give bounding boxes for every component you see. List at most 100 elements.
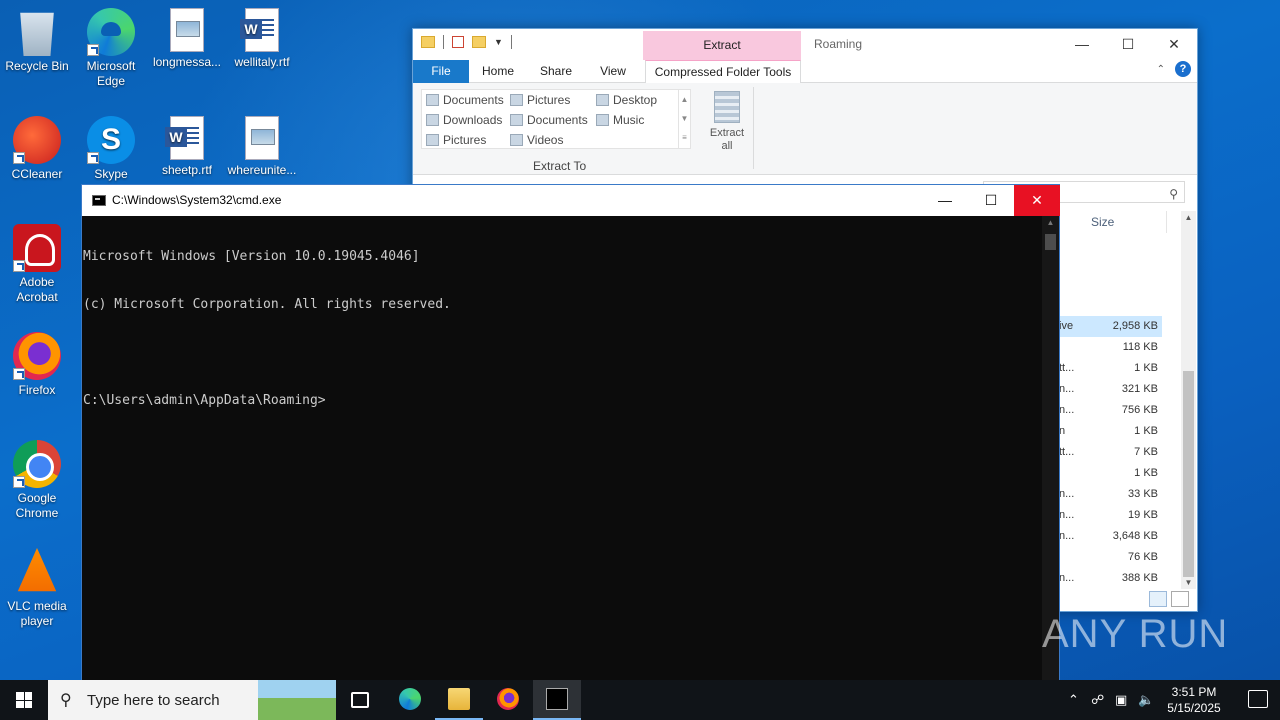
file-row[interactable]: n... 19 KB (1059, 505, 1162, 526)
gallery-item[interactable]: Music (594, 113, 644, 127)
tab-home[interactable]: Home (473, 60, 523, 83)
window-title: Roaming (814, 37, 863, 51)
gallery-item[interactable]: Documents (508, 113, 588, 127)
vertical-scrollbar[interactable]: ▲ ▼ (1181, 211, 1196, 589)
file-row[interactable]: tt... 7 KB (1059, 442, 1162, 463)
desktop-icon-wellitaly[interactable]: W wellitaly.rtf (225, 4, 299, 70)
taskbar-firefox[interactable] (484, 680, 532, 720)
tab-view[interactable]: View (589, 60, 637, 83)
gallery-item[interactable]: Videos (508, 133, 563, 147)
file-row[interactable]: n... 321 KB (1059, 379, 1162, 400)
details-view-icon[interactable] (1149, 591, 1167, 607)
explorer-titlebar[interactable]: ▼ Extract Roaming — ☐ ✕ (413, 29, 1197, 60)
scroll-thumb[interactable] (1045, 234, 1056, 250)
taskbar-search[interactable]: ⚲ Type here to search (48, 680, 336, 720)
cmd-window[interactable]: C:\Windows\System32\cmd.exe — ☐ ✕ Micros… (81, 184, 1060, 695)
pictures-icon (426, 134, 439, 146)
ribbon-panel: ⌃ ? Documents Pictures Desktop Downloads… (413, 61, 1197, 175)
desktop-icon-firefox[interactable]: Firefox (0, 328, 74, 398)
gallery-item[interactable]: Desktop (594, 93, 657, 107)
tab-compressed-folder-tools[interactable]: Compressed Folder Tools (645, 60, 801, 83)
file-row[interactable]: 76 KB (1059, 547, 1162, 568)
notification-center-icon[interactable] (1248, 690, 1268, 708)
gallery-item[interactable]: Pictures (508, 93, 570, 107)
search-icon: ⚲ (1169, 187, 1178, 201)
console-prompt: C:\Users\admin\AppData\Roaming> (83, 393, 326, 408)
desktop-icon-recycle-bin[interactable]: Recycle Bin (0, 4, 74, 74)
downloads-icon (426, 114, 439, 126)
scroll-up-icon[interactable]: ▲ (1181, 213, 1196, 222)
chevron-up-icon[interactable]: ⌃ (1068, 692, 1079, 708)
file-size: 76 KB (1128, 551, 1158, 563)
desktop-icon-vlc[interactable]: VLC media player (0, 544, 74, 629)
gallery-scroll[interactable]: ▲ ▼ ≡ (678, 90, 690, 148)
file-row[interactable]: ive 2,958 KB (1059, 316, 1162, 337)
desktop-icon-label: CCleaner (11, 167, 63, 181)
minimize-button[interactable]: — (922, 185, 968, 216)
minimize-ribbon-icon[interactable]: ⌃ (1157, 64, 1165, 75)
desktop-icon-skype[interactable]: S Skype (74, 112, 148, 182)
large-icons-view-icon[interactable] (1171, 591, 1189, 607)
anyrun-watermark: ANY RUN (1042, 612, 1229, 656)
ribbon-tabs: File Home Share View Compressed Folder T… (413, 60, 1197, 83)
close-button[interactable]: ✕ (1151, 29, 1197, 59)
file-row[interactable]: n1 KB (1059, 421, 1162, 442)
column-header-size[interactable]: Size (1059, 211, 1167, 233)
file-row[interactable]: n... 3,648 KB (1059, 526, 1162, 547)
cmd-titlebar[interactable]: C:\Windows\System32\cmd.exe — ☐ ✕ (82, 185, 1060, 216)
desktop-icon-chrome[interactable]: Google Chrome (0, 436, 74, 521)
taskbar-file-explorer[interactable] (435, 680, 483, 720)
scroll-thumb[interactable] (1183, 371, 1194, 577)
minimize-button[interactable]: — (1059, 29, 1105, 59)
desktop-icon-edge[interactable]: Microsoft Edge (74, 4, 148, 89)
gallery-item[interactable]: Pictures (424, 133, 486, 147)
task-view-button[interactable] (336, 680, 384, 720)
desktop-icon-ccleaner[interactable]: CCleaner (0, 112, 74, 182)
desktop-icon-acrobat[interactable]: Adobe Acrobat (0, 220, 74, 305)
gallery-item[interactable]: Downloads (424, 113, 502, 127)
file-row[interactable]: tt... 1 KB (1059, 358, 1162, 379)
maximize-button[interactable]: ☐ (1105, 29, 1151, 59)
volume-icon[interactable]: 🔈 (1138, 692, 1154, 708)
taskbar-cmd[interactable] (533, 680, 581, 720)
clock-time: 3:51 PM (1171, 685, 1217, 699)
properties-icon[interactable] (452, 36, 464, 48)
clock-date: 5/15/2025 (1167, 701, 1221, 715)
tab-share[interactable]: Share (531, 60, 581, 83)
gallery-item[interactable]: Documents (424, 93, 504, 107)
clock[interactable]: 3:51 PM 5/15/2025 (1158, 684, 1230, 716)
file-size: 388 KB (1121, 572, 1158, 584)
file-row[interactable]: n... 756 KB (1059, 400, 1162, 421)
close-button[interactable]: ✕ (1014, 185, 1060, 216)
taskbar-edge[interactable] (386, 680, 434, 720)
cmd-icon (92, 195, 106, 206)
file-row[interactable]: n... 388 KB (1059, 568, 1162, 589)
scroll-down-icon[interactable]: ▼ (1181, 578, 1196, 587)
scroll-up-icon[interactable]: ▲ (1042, 218, 1059, 227)
console-output[interactable]: Microsoft Windows [Version 10.0.19045.40… (82, 216, 1044, 694)
file-row[interactable]: n... 33 KB (1059, 484, 1162, 505)
new-folder-icon[interactable] (472, 36, 486, 48)
maximize-button[interactable]: ☐ (968, 185, 1014, 216)
vlc-icon (17, 548, 57, 592)
shortcut-arrow-icon (13, 152, 25, 164)
window-title: C:\Windows\System32\cmd.exe (112, 193, 282, 207)
folder-icon[interactable] (421, 36, 435, 48)
help-icon[interactable]: ? (1175, 61, 1191, 77)
file-row[interactable]: 1 KB (1059, 463, 1162, 484)
shortcut-arrow-icon (87, 152, 99, 164)
tab-file[interactable]: File (413, 60, 469, 83)
word-document-icon: W (165, 116, 204, 160)
desktop-icon-sheetp[interactable]: W sheetp.rtf (150, 112, 224, 178)
start-button[interactable] (0, 680, 48, 720)
customize-qat-icon[interactable]: ▼ (494, 37, 503, 47)
file-row[interactable]: 118 KB (1059, 337, 1162, 358)
network-sync-icon[interactable]: ☍ (1091, 692, 1104, 708)
desktop-icon-whereunite[interactable]: whereunite... (225, 112, 299, 178)
network-icon[interactable]: ▣ (1115, 692, 1127, 708)
desktop-icon-label: Skype (94, 167, 128, 181)
extract-all-button[interactable]: Extract all (705, 91, 749, 153)
desktop-icon-longmessage[interactable]: longmessa... (150, 4, 224, 70)
cmd-icon (546, 688, 568, 710)
edge-icon (87, 8, 135, 56)
